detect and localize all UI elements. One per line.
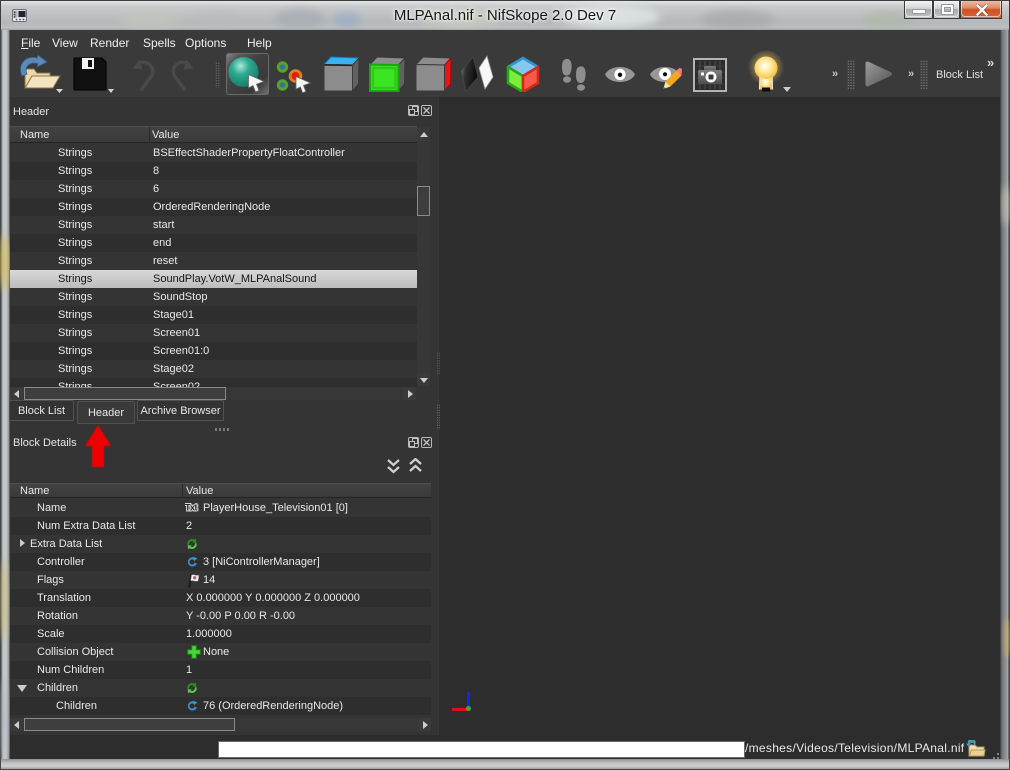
svg-text:Txt: Txt <box>185 503 198 513</box>
